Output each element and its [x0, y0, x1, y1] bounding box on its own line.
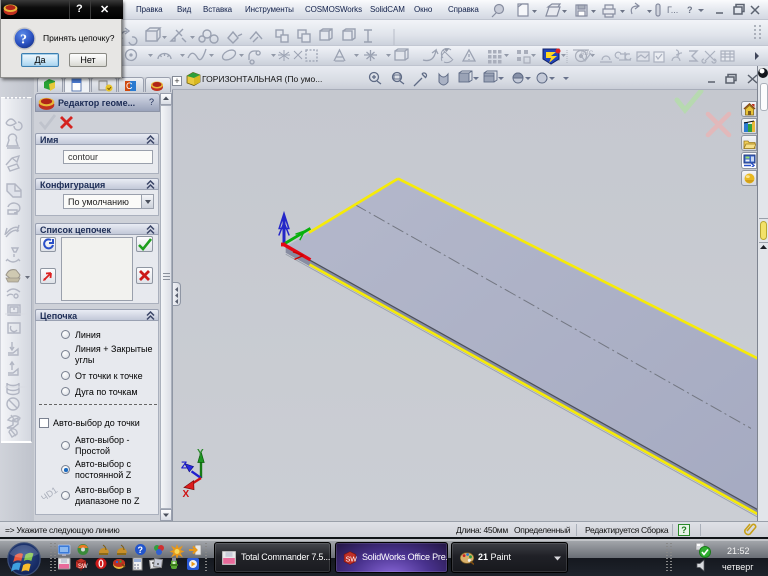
svg-text:?: ? — [138, 545, 144, 555]
svg-text:SW: SW — [346, 557, 357, 564]
svg-text:SW: SW — [78, 564, 88, 570]
svg-text:C: C — [126, 81, 133, 91]
svg-text:Y: Y — [197, 448, 204, 459]
svg-text:X: X — [183, 489, 190, 500]
svg-text:ЧD1: ЧD1 — [40, 485, 58, 503]
svg-text:Г...: Г... — [667, 5, 678, 15]
svg-text:?: ? — [20, 33, 27, 48]
svg-text:?: ? — [687, 5, 693, 15]
svg-text:ABC: ABC — [580, 50, 594, 57]
svg-text:Z: Z — [181, 461, 187, 472]
